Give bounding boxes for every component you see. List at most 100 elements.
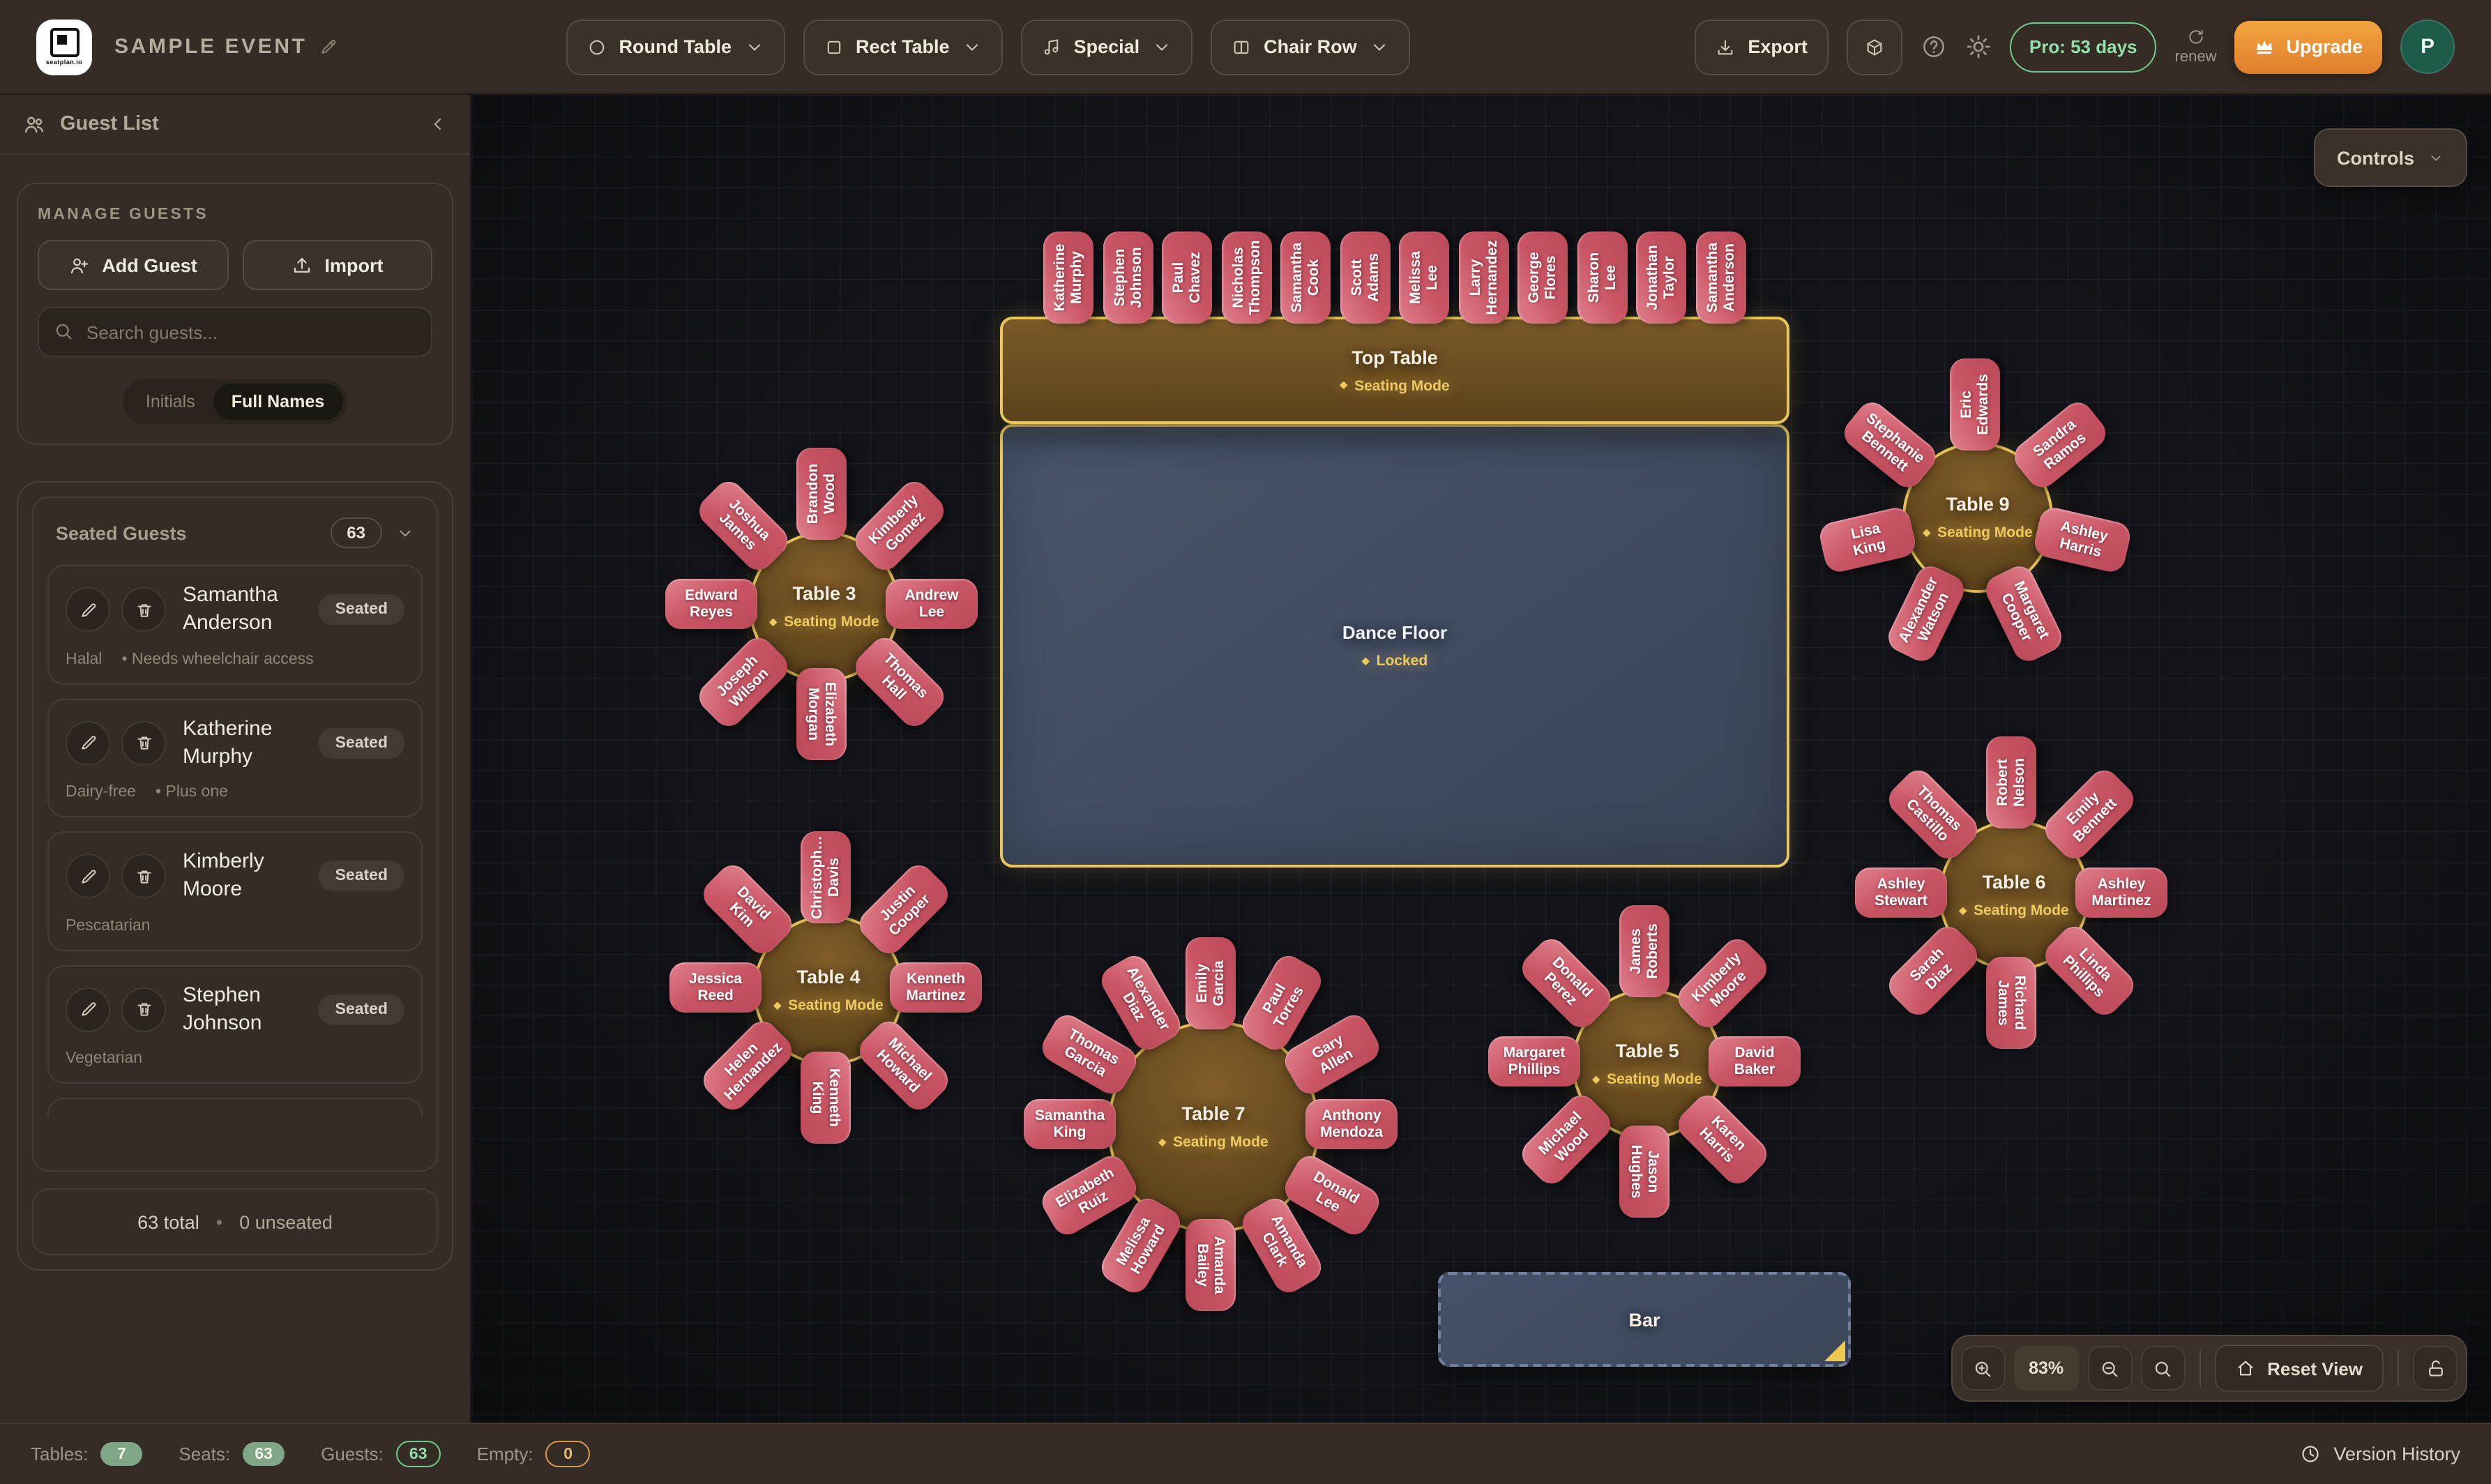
seat-chip[interactable]: StephenJohnson (1103, 232, 1153, 324)
seat-chip[interactable]: AshleyStewart (1855, 868, 1947, 918)
seat-chip[interactable]: AnthonyMendoza (1305, 1099, 1398, 1149)
table-label: Table 3 (792, 583, 856, 604)
rect-table-button[interactable]: Rect Table (803, 19, 1003, 75)
seating-mode-icon: ◆ (1592, 1075, 1600, 1084)
zone-dance-floor[interactable]: Dance Floor◆Locked (1000, 424, 1789, 868)
seat-chip[interactable]: ElizabethMorgan (796, 668, 847, 760)
seat-chip[interactable]: GeorgeFlores (1518, 232, 1568, 324)
version-history-button[interactable]: Version History (2300, 1444, 2460, 1464)
seat-chip[interactable]: ScottAdams (1340, 232, 1390, 324)
seat-chip[interactable]: EricEdwards (1950, 358, 2000, 450)
seat-chip[interactable]: NicholasThompson (1221, 232, 1271, 324)
round-table-button[interactable]: Round Table (566, 19, 785, 75)
delete-guest-button[interactable] (121, 987, 166, 1032)
chair-row-button[interactable]: Chair Row (1211, 19, 1410, 75)
seat-chip[interactable]: AshleyHarris (2032, 505, 2133, 575)
seat-chip[interactable]: MargaretPhillips (1488, 1036, 1580, 1086)
add-guest-button[interactable]: Add Guest (38, 240, 228, 290)
table-sublabel: ◆Seating Mode (1923, 524, 2032, 541)
delete-guest-button[interactable] (121, 721, 166, 766)
seat-chip[interactable]: RobertNelson (1986, 736, 2036, 828)
seat-chip[interactable]: JonathanTaylor (1637, 232, 1687, 324)
collapse-sidebar-icon[interactable] (428, 114, 448, 134)
seat-chip[interactable]: KennethKing (801, 1052, 851, 1144)
seat-chip[interactable]: EdwardReyes (665, 579, 757, 629)
seat-chip[interactable]: MelissaLee (1400, 232, 1450, 324)
guest-card[interactable]: Katherine Murphy Seated Dairy-free • Plu… (47, 698, 423, 817)
guest-card[interactable]: Kimberly Moore Seated Pescatarian (47, 831, 423, 951)
toggle-full-names[interactable]: Full Names (213, 384, 342, 420)
guest-card[interactable]: Samantha Anderson Seated Halal • Needs w… (47, 565, 423, 684)
zone-bar[interactable]: Bar (1438, 1272, 1851, 1367)
trash-icon (135, 1001, 153, 1019)
seat-chip[interactable]: AlexanderWatson (1884, 561, 1969, 666)
chevron-down-icon[interactable] (396, 524, 414, 542)
sidebar-body: MANAGE GUESTS Add Guest Import (0, 155, 470, 1423)
seat-chip[interactable]: Christoph…Davis (801, 831, 851, 923)
chevron-down-icon (962, 37, 982, 56)
renew-button[interactable]: renew (2175, 28, 2217, 66)
zoom-in-button[interactable] (1960, 1346, 2005, 1391)
light-mode-icon[interactable] (1965, 33, 1992, 60)
edit-guest-button[interactable] (66, 854, 110, 899)
seat-chip[interactable]: AmandaBailey (1186, 1219, 1236, 1311)
zoom-search-button[interactable] (2140, 1346, 2185, 1391)
seat-chip[interactable]: JasonHughes (1619, 1126, 1669, 1218)
edit-title-icon[interactable] (320, 38, 338, 56)
guest-card-partial[interactable] (47, 1098, 423, 1117)
zoom-out-button[interactable] (2087, 1346, 2132, 1391)
seat-chip[interactable]: AndrewLee (886, 579, 978, 629)
seating-mode-icon: ◆ (773, 1001, 781, 1010)
seat-chip[interactable]: BrandonWood (796, 448, 847, 540)
seating-mode-icon: ◆ (1362, 656, 1370, 666)
seat-chip[interactable]: RichardJames (1986, 957, 2036, 1049)
seat-chip[interactable]: KennethMartinez (890, 962, 982, 1013)
seat-chip[interactable]: LarryHernandez (1459, 232, 1509, 324)
resources-button[interactable] (1847, 19, 1902, 75)
table-sublabel: ◆Seating Mode (769, 614, 879, 630)
floor-plan-canvas[interactable]: Dance Floor◆Locked Bar Top Table◆Seating M… (471, 95, 2491, 1423)
seated-guests-list: Seated Guests 63 Samantha Anderson Seate… (32, 497, 438, 1172)
reset-view-button[interactable]: Reset View (2214, 1345, 2384, 1392)
special-button[interactable]: Special (1021, 19, 1193, 75)
guest-tags: Dairy-free • Plus one (66, 784, 404, 801)
avatar[interactable]: P (2400, 20, 2455, 74)
seat-chip[interactable]: SamanthaAnderson (1696, 232, 1746, 324)
seat-chip[interactable]: SamanthaCook (1280, 232, 1331, 324)
stat-guests: Guests: 63 (321, 1441, 441, 1467)
toggle-initials[interactable]: Initials (128, 384, 213, 420)
controls-button[interactable]: Controls (2313, 128, 2467, 187)
pro-badge[interactable]: Pro: 53 days (2010, 22, 2157, 72)
seat-chip[interactable]: MargaretCooper (1981, 561, 2066, 666)
export-button[interactable]: Export (1695, 19, 1828, 75)
table-label: Table 9 (1946, 494, 2009, 515)
seat-chip[interactable]: JessicaReed (669, 962, 762, 1013)
import-button[interactable]: Import (242, 240, 432, 290)
delete-guest-button[interactable] (121, 854, 166, 899)
status-bar: Tables: 7 Seats: 63 Guests: 63 Empty: 0 … (0, 1423, 2491, 1484)
seat-chip[interactable]: LisaKing (1817, 505, 1918, 575)
search-icon (2152, 1358, 2173, 1379)
help-icon[interactable] (1921, 33, 1947, 60)
seat-chip[interactable]: SamanthaKing (1024, 1099, 1116, 1149)
seat-chip[interactable]: DavidBaker (1709, 1036, 1801, 1086)
seat-chip[interactable]: JamesRoberts (1619, 905, 1669, 997)
search-guests-input[interactable] (38, 307, 432, 357)
guest-card[interactable]: Stephen Johnson Seated Vegetarian (47, 964, 423, 1084)
event-title[interactable]: SAMPLE EVENT (114, 35, 338, 59)
seat-chip[interactable]: SharonLee (1577, 232, 1628, 324)
seated-guests-section: Seated Guests 63 Samantha Anderson Seate… (17, 481, 453, 1271)
upgrade-button[interactable]: Upgrade (2234, 20, 2382, 73)
edit-guest-button[interactable] (66, 987, 110, 1032)
edit-guest-button[interactable] (66, 721, 110, 766)
seated-guests-header[interactable]: Seated Guests 63 (47, 512, 423, 565)
seat-chip[interactable]: KatherineMurphy (1043, 232, 1093, 324)
zone-top-table[interactable]: Top Table◆Seating Mode (1000, 317, 1789, 424)
seat-chip[interactable]: PaulChavez (1162, 232, 1212, 324)
delete-guest-button[interactable] (121, 588, 166, 633)
seat-chip[interactable]: AshleyMartinez (2075, 868, 2167, 918)
seat-chip[interactable]: EmilyGarcia (1186, 937, 1236, 1029)
app-logo-icon[interactable]: seatplan.io (36, 19, 92, 75)
unlock-button[interactable] (2413, 1346, 2458, 1391)
edit-guest-button[interactable] (66, 588, 110, 633)
